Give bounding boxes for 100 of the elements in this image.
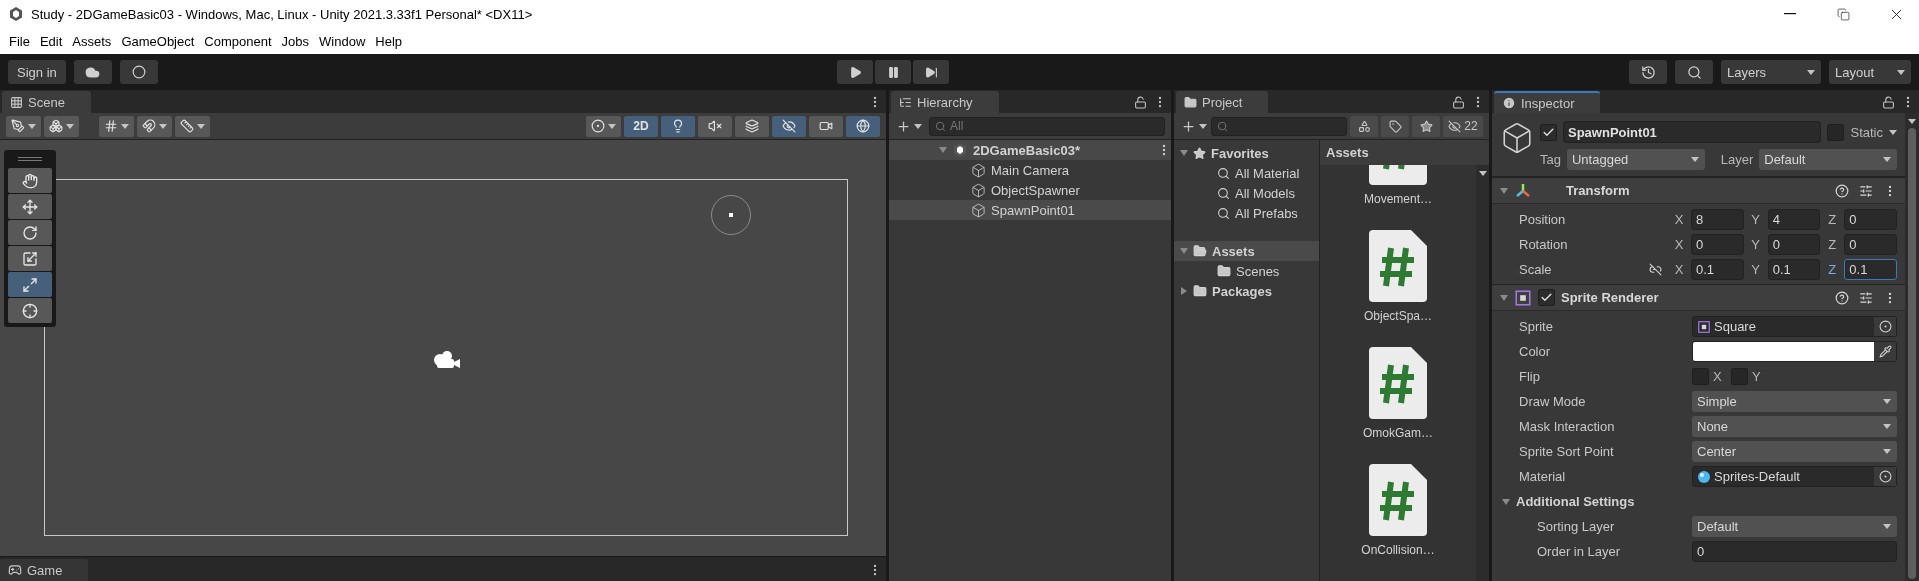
hidden-packages-button[interactable]: 22 xyxy=(1443,115,1483,137)
move-tool-button[interactable] xyxy=(8,194,52,219)
collab-button[interactable] xyxy=(119,60,158,84)
inspector-tab[interactable]: Inspector xyxy=(1494,91,1601,113)
menu-item[interactable]: Window xyxy=(314,33,371,49)
draw-mode-dropdown[interactable] xyxy=(6,115,41,137)
project-tab[interactable]: Project xyxy=(1176,91,1269,113)
expand-arrow-icon[interactable] xyxy=(1500,293,1508,302)
hierarchy-item[interactable]: SpawnPoint01 xyxy=(889,200,1171,220)
enabled-checkbox[interactable] xyxy=(1538,289,1555,306)
favorite-button[interactable] xyxy=(1412,115,1440,137)
transform-tool-button[interactable] xyxy=(8,298,52,323)
number-field[interactable]: 0 xyxy=(1691,234,1744,255)
section-header[interactable]: Additional Settings xyxy=(1492,489,1905,514)
object-field[interactable]: Square xyxy=(1692,316,1897,337)
project-tree-item[interactable]: Favorites xyxy=(1174,143,1319,163)
cube-icon[interactable] xyxy=(1500,121,1534,155)
dropdown[interactable]: Center xyxy=(1692,441,1897,462)
rotate-tool-button[interactable] xyxy=(8,220,52,245)
expand-arrow-icon[interactable] xyxy=(1502,497,1510,506)
snap-dropdown[interactable] xyxy=(137,115,172,137)
menu-item[interactable]: Assets xyxy=(67,33,117,49)
script-file-icon[interactable] xyxy=(1369,347,1427,419)
project-tree-item[interactable]: All Prefabs xyxy=(1174,203,1319,223)
project-tree-item[interactable]: Scenes xyxy=(1174,261,1319,281)
number-field[interactable]: 0 xyxy=(1844,209,1897,230)
expand-arrow-icon[interactable] xyxy=(939,146,947,154)
lock-icon[interactable] xyxy=(1134,95,1147,109)
step-button[interactable] xyxy=(913,60,950,84)
unlinked-icon[interactable] xyxy=(1649,263,1662,276)
menu-item[interactable]: Edit xyxy=(34,33,68,49)
lock-icon[interactable] xyxy=(1882,95,1895,109)
dropdown[interactable]: Default xyxy=(1692,516,1897,537)
camera-toggle[interactable] xyxy=(809,115,843,137)
layer-dropdown[interactable]: Default xyxy=(1759,149,1897,170)
play-button[interactable] xyxy=(837,60,874,84)
search-button[interactable] xyxy=(1675,60,1713,84)
expand-arrow-icon[interactable] xyxy=(1180,247,1188,255)
project-tree-item[interactable]: All Models xyxy=(1174,183,1319,203)
active-checkbox[interactable] xyxy=(1540,123,1557,141)
static-checkbox[interactable] xyxy=(1827,123,1845,141)
presets-icon[interactable] xyxy=(1859,183,1873,198)
audio-toggle[interactable] xyxy=(698,115,732,137)
menu-item[interactable]: Jobs xyxy=(276,33,315,49)
eyedropper-icon[interactable] xyxy=(1878,345,1892,358)
hand-tool-button[interactable] xyxy=(8,168,52,193)
component-header[interactable]: Transform xyxy=(1492,177,1905,204)
rect-tool-button[interactable] xyxy=(8,272,52,297)
number-field[interactable]: 0 xyxy=(1692,541,1897,562)
menu-item[interactable]: File xyxy=(4,33,35,49)
scene-tab[interactable]: Scene xyxy=(2,91,91,113)
expand-arrow-icon[interactable] xyxy=(1180,287,1188,295)
pause-button[interactable] xyxy=(875,60,912,84)
menu-item[interactable]: GameObject xyxy=(116,33,200,49)
menu-item[interactable]: Help xyxy=(370,33,408,49)
dropdown[interactable]: None xyxy=(1692,416,1897,437)
script-file-icon[interactable] xyxy=(1369,464,1427,536)
grid-snap-dropdown[interactable] xyxy=(99,115,134,137)
number-field[interactable]: 0 xyxy=(1844,234,1897,255)
search-field[interactable] xyxy=(1211,116,1347,136)
object-field[interactable]: Sprites-Default xyxy=(1692,466,1897,487)
project-tree-item[interactable]: Assets xyxy=(1174,241,1319,261)
hierarchy-item[interactable]: Main Camera xyxy=(889,160,1171,180)
number-field[interactable]: 0 xyxy=(1767,234,1821,255)
shading-dropdown[interactable] xyxy=(586,115,621,137)
project-tree-item[interactable]: Packages xyxy=(1174,281,1319,301)
menu-item[interactable]: Component xyxy=(199,33,277,49)
tag-dropdown[interactable]: Untagged xyxy=(1566,149,1705,170)
project-tree-item[interactable]: All Material xyxy=(1174,163,1319,183)
object-name-field[interactable]: SpawnPoint01 xyxy=(1563,121,1822,143)
visibility-toggle[interactable] xyxy=(772,115,806,137)
layout-dropdown[interactable]: Layout xyxy=(1829,60,1911,84)
effects-toggle[interactable] xyxy=(735,115,769,137)
hierarchy-tab[interactable]: Hierarchy xyxy=(891,91,999,113)
layers-dropdown[interactable]: Layers xyxy=(1721,60,1821,84)
scene-row[interactable]: 2DGameBasic03* xyxy=(889,140,1171,160)
sign-in-button[interactable]: Sign in xyxy=(8,60,66,84)
scale-tool-button[interactable] xyxy=(8,246,52,271)
number-field[interactable]: 0.1 xyxy=(1691,259,1744,280)
hierarchy-item[interactable]: ObjectSpawner xyxy=(889,180,1171,200)
presets-icon[interactable] xyxy=(1859,290,1873,305)
help-icon[interactable] xyxy=(1835,290,1849,305)
number-field[interactable]: 0.1 xyxy=(1844,259,1897,280)
lock-icon[interactable] xyxy=(1452,95,1465,109)
color-field[interactable] xyxy=(1692,341,1897,362)
gizmos-toggle[interactable] xyxy=(846,115,880,137)
expand-arrow-icon[interactable] xyxy=(1500,186,1508,195)
flip-checkbox[interactable] xyxy=(1692,368,1709,385)
object-picker-icon[interactable] xyxy=(1878,320,1892,333)
increment-dropdown[interactable] xyxy=(175,115,210,137)
history-button[interactable] xyxy=(1629,60,1667,84)
number-field[interactable]: 4 xyxy=(1767,209,1821,230)
expand-arrow-icon[interactable] xyxy=(1180,149,1188,157)
flip-checkbox[interactable] xyxy=(1731,368,1748,385)
game-tab[interactable]: Game xyxy=(0,559,89,581)
lighting-toggle[interactable] xyxy=(661,115,695,137)
number-field[interactable]: 0.1 xyxy=(1767,259,1821,280)
scrollbar[interactable] xyxy=(1476,165,1489,581)
help-icon[interactable] xyxy=(1835,183,1849,198)
breadcrumb[interactable]: Assets xyxy=(1320,140,1489,165)
